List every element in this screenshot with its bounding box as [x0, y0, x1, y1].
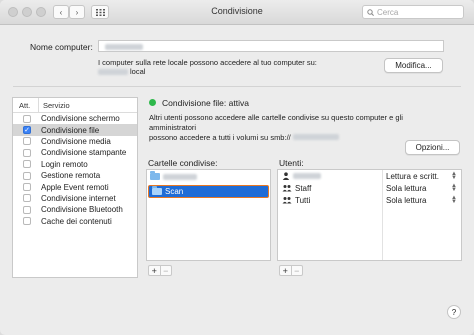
- service-label: Condivisione media: [41, 136, 111, 146]
- divider: [13, 86, 461, 87]
- column-separator: [382, 170, 383, 260]
- service-row[interactable]: Condivisione internet: [13, 193, 137, 204]
- shared-folders-controls: + −: [148, 265, 172, 276]
- shared-folder-label: Scan: [165, 187, 184, 196]
- status-description: Altri utenti possono accedere alle carte…: [149, 113, 449, 143]
- person-icon: [282, 172, 290, 180]
- service-checkbox[interactable]: [23, 183, 31, 192]
- network-info-line2: local: [98, 67, 145, 76]
- user-row[interactable]: Staff Sola lettura ▲ ▼: [278, 182, 461, 194]
- permission-label: Sola lettura: [386, 183, 427, 193]
- remove-user-button[interactable]: −: [290, 266, 303, 276]
- user-row[interactable]: Lettura e scritt. ▲ ▼: [278, 170, 461, 182]
- user-name-cell: [278, 172, 382, 180]
- service-checkbox[interactable]: [23, 194, 31, 203]
- description-line1: Altri utenti possono accedere alle carte…: [149, 113, 403, 132]
- redacted-text: [163, 173, 197, 180]
- network-info-line1: I computer sulla rete locale possono acc…: [98, 58, 317, 67]
- service-label: Condivisione Bluetooth: [41, 205, 123, 215]
- group-icon: [282, 185, 292, 192]
- header-on[interactable]: Att.: [13, 98, 39, 112]
- permission-select[interactable]: Sola lettura ▲ ▼: [382, 182, 461, 194]
- shared-folder-item-scan[interactable]: Scan: [148, 185, 269, 198]
- help-button[interactable]: ?: [447, 305, 461, 319]
- redacted-text: [293, 173, 321, 179]
- redacted-text: [105, 44, 143, 50]
- service-checkbox[interactable]: [23, 137, 31, 146]
- service-checkbox[interactable]: [23, 148, 31, 157]
- local-suffix: local: [130, 67, 146, 76]
- shared-folder-item[interactable]: [147, 171, 270, 182]
- service-row[interactable]: Condivisione schermo: [13, 113, 137, 124]
- chevron-updown-icon: ▲ ▼: [451, 183, 457, 193]
- service-row[interactable]: Condivisione stampante: [13, 147, 137, 158]
- redacted-text: [98, 68, 128, 75]
- shared-folders-list: Scan: [146, 169, 271, 261]
- add-user-button[interactable]: +: [280, 266, 291, 276]
- permission-select[interactable]: Sola lettura ▲ ▼: [382, 194, 461, 206]
- chevron-updown-icon: ▲ ▼: [451, 195, 457, 205]
- service-row[interactable]: ✓ Condivisione file: [13, 124, 137, 136]
- chevron-updown-icon: ▲ ▼: [451, 171, 457, 181]
- permission-label: Lettura e scritt.: [386, 171, 439, 181]
- service-checkbox[interactable]: [23, 217, 31, 226]
- computer-name-field[interactable]: [98, 40, 444, 52]
- service-checkbox[interactable]: [23, 114, 31, 123]
- description-line2: possono accedere a tutti i volumi su smb…: [149, 133, 291, 142]
- user-row[interactable]: Tutti Sola lettura ▲ ▼: [278, 194, 461, 206]
- options-button[interactable]: Opzioni...: [405, 140, 460, 155]
- service-label: Condivisione schermo: [41, 114, 120, 124]
- user-name-cell: Staff: [278, 184, 382, 193]
- service-checkbox[interactable]: [23, 160, 31, 169]
- computer-name-label: Nome computer:: [30, 42, 93, 52]
- service-checkbox[interactable]: [23, 205, 31, 214]
- service-label: Condivisione internet: [41, 193, 116, 203]
- service-row[interactable]: Cache dei contenuti: [13, 216, 137, 227]
- header-service[interactable]: Servizio: [39, 101, 70, 110]
- services-rows: Condivisione schermo ✓ Condivisione file Co…: [13, 113, 137, 227]
- users-list: Lettura e scritt. ▲ ▼ Staff Sola lettura …: [277, 169, 462, 261]
- user-name: Tutti: [295, 195, 311, 205]
- service-label: Gestione remota: [41, 171, 101, 181]
- permission-select[interactable]: Lettura e scritt. ▲ ▼: [382, 170, 461, 182]
- users-label: Utenti:: [279, 158, 304, 168]
- permission-label: Sola lettura: [386, 195, 427, 205]
- service-label: Apple Event remoti: [41, 182, 109, 192]
- service-label: Condivisione stampante: [41, 148, 127, 158]
- search-icon: [367, 8, 374, 16]
- service-row[interactable]: Gestione remota: [13, 170, 137, 181]
- service-label: Cache dei contenuti: [41, 216, 112, 226]
- description-line2-wrap: possono accedere a tutti i volumi su smb…: [149, 133, 449, 143]
- folder-icon: [152, 186, 162, 195]
- service-row[interactable]: Condivisione Bluetooth: [13, 204, 137, 215]
- folder-icon: [150, 171, 160, 180]
- status-indicator: [149, 99, 156, 106]
- search-placeholder: Cerca: [377, 7, 399, 17]
- remove-folder-button[interactable]: −: [159, 266, 172, 276]
- redacted-text: [292, 134, 339, 140]
- services-list: Att. Servizio Condivisione schermo ✓ Condi…: [12, 97, 138, 278]
- services-header: Att. Servizio: [13, 98, 137, 113]
- checkmark-icon[interactable]: ✓: [23, 126, 31, 135]
- service-label: Login remoto: [41, 159, 88, 169]
- toolbar: ‹ › Condivisione Cerca: [0, 0, 474, 25]
- search-field[interactable]: Cerca: [362, 5, 464, 19]
- user-name-cell: Tutti: [278, 196, 382, 205]
- add-folder-button[interactable]: +: [149, 266, 160, 276]
- service-label: Condivisione file: [41, 125, 100, 135]
- sharing-window: ‹ › Condivisione Cerca Nome computer: I …: [0, 0, 474, 335]
- status-text: Condivisione file: attiva: [162, 98, 249, 108]
- users-controls: + −: [279, 265, 303, 276]
- modify-button[interactable]: Modifica...: [384, 58, 443, 73]
- user-name: Staff: [295, 183, 312, 193]
- service-checkbox[interactable]: [23, 171, 31, 180]
- group-icon: [282, 197, 292, 204]
- service-row[interactable]: Login remoto: [13, 159, 137, 170]
- service-row[interactable]: Apple Event remoti: [13, 181, 137, 192]
- service-row[interactable]: Condivisione media: [13, 136, 137, 147]
- shared-folders-label: Cartelle condivise:: [148, 158, 218, 168]
